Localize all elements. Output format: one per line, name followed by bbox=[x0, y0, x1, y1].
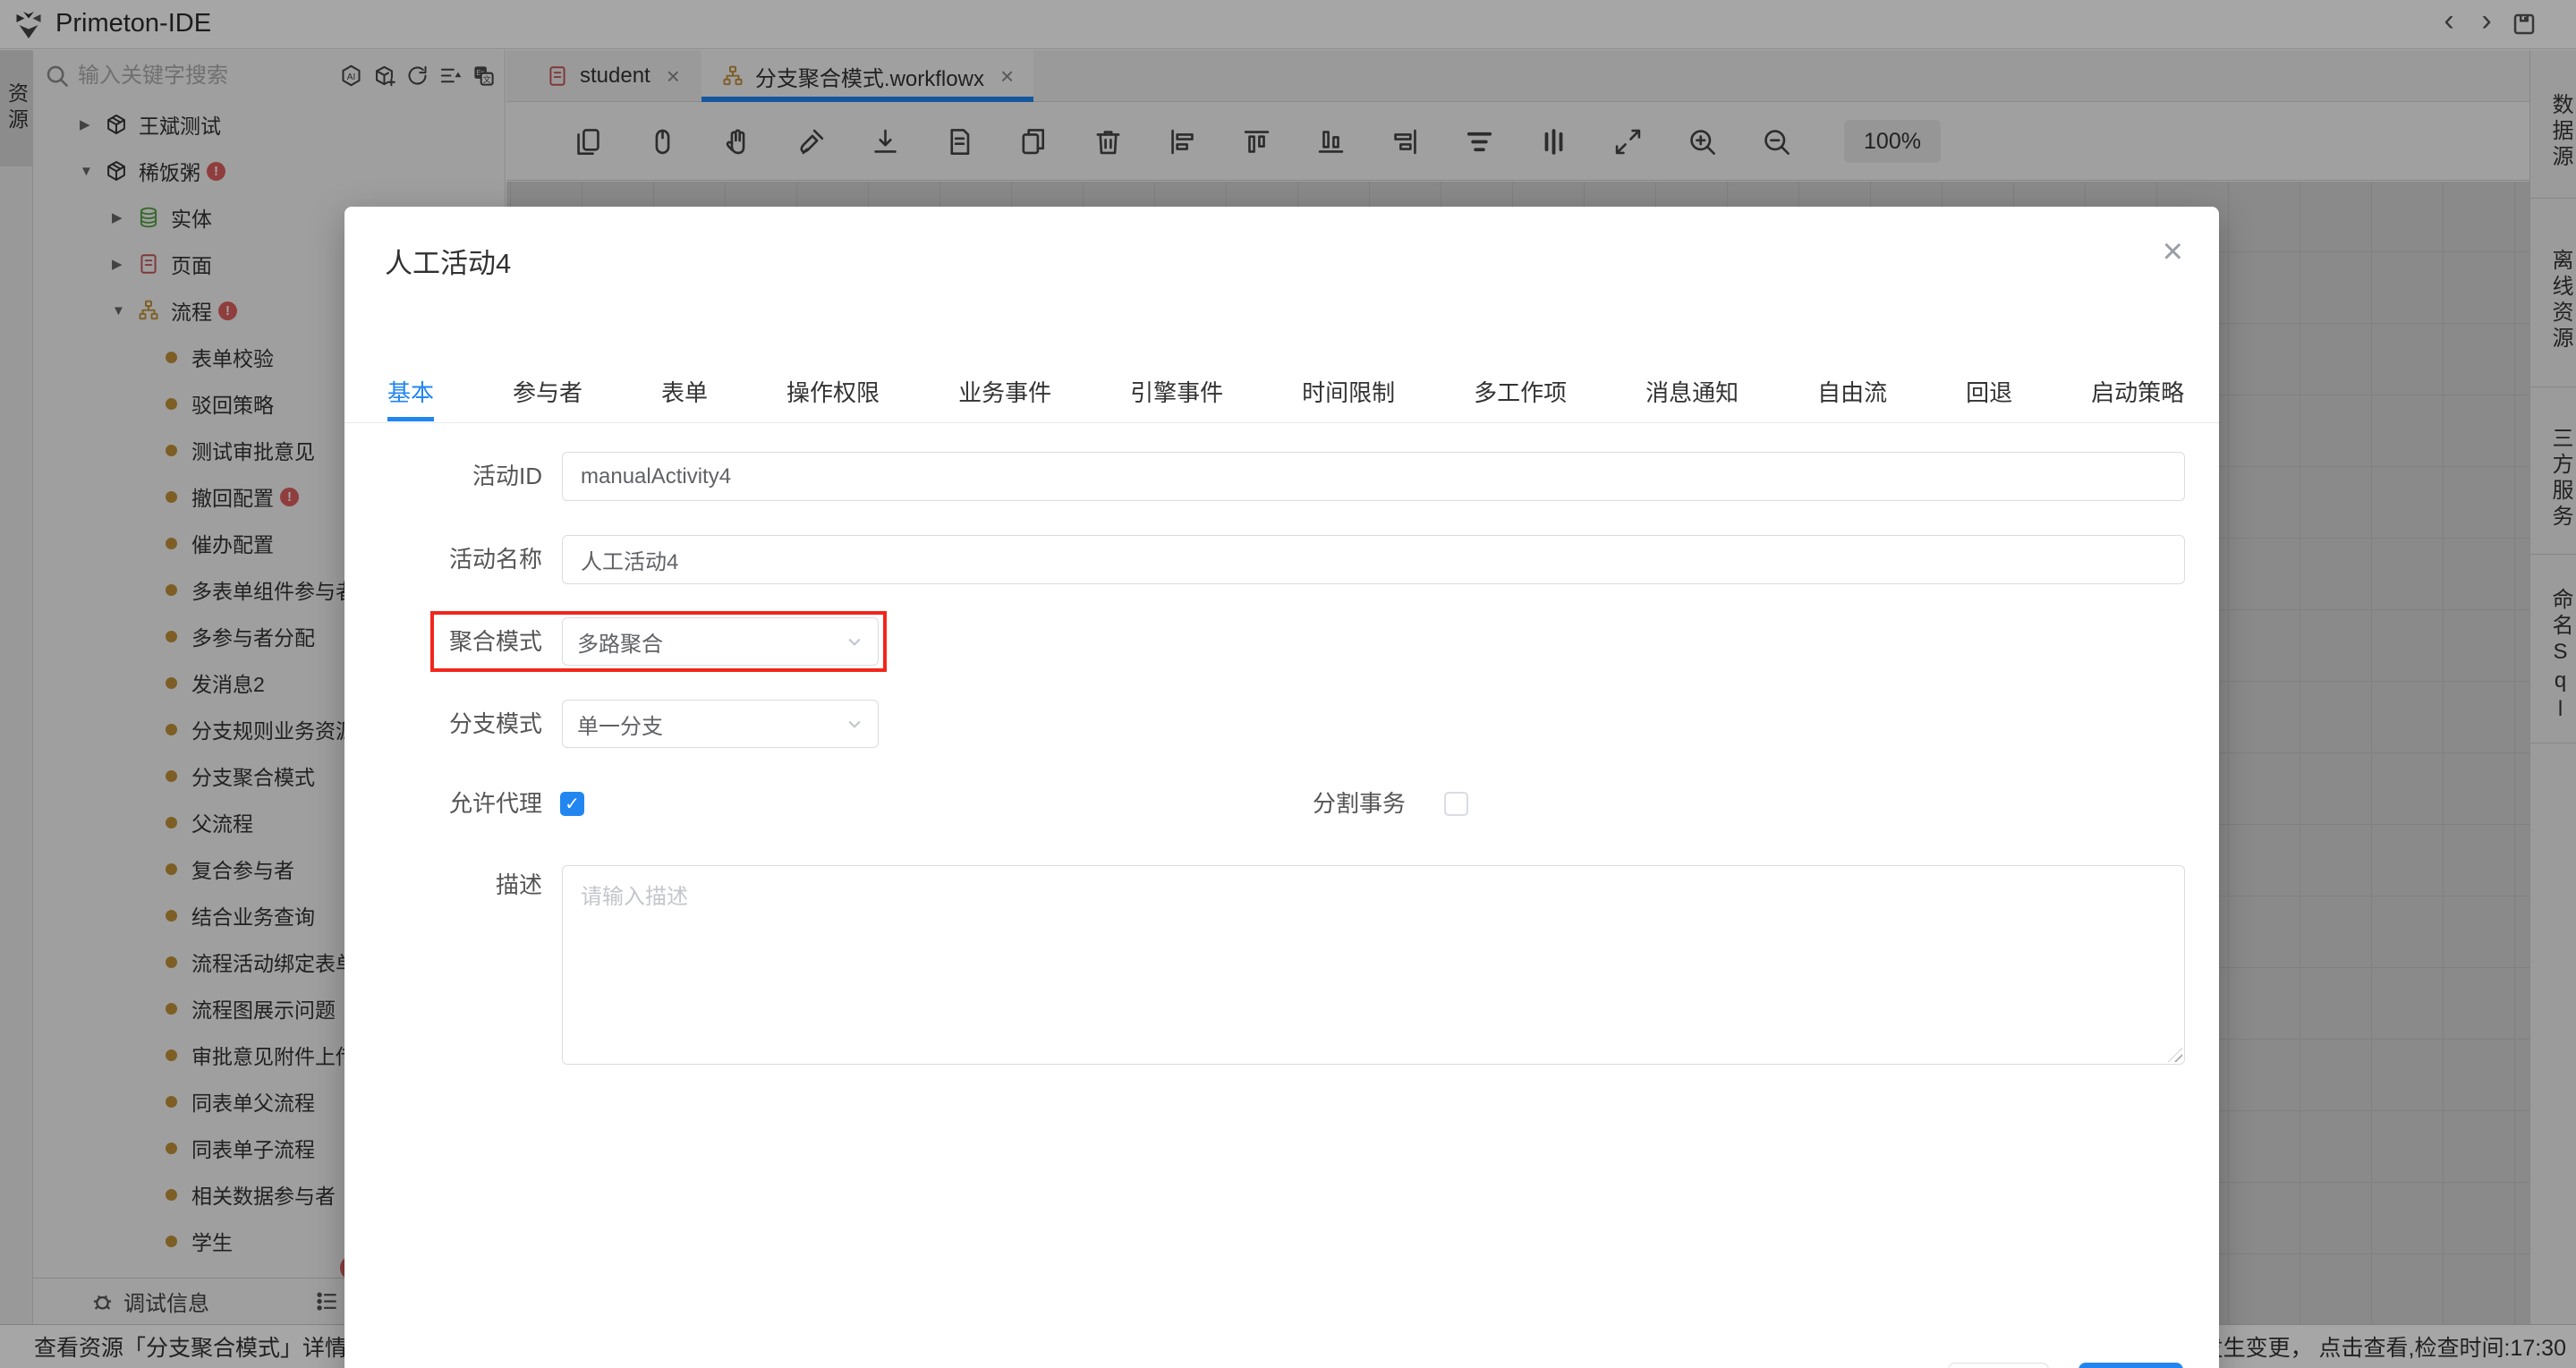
chevron-down-icon bbox=[846, 633, 863, 650]
dialog-tab[interactable]: 参与者 bbox=[513, 375, 582, 416]
dialog-tab[interactable]: 多工作项 bbox=[1474, 375, 1567, 416]
dialog-title: 人工活动4 bbox=[385, 241, 511, 281]
aggregate-mode-label: 聚合模式 bbox=[344, 617, 542, 666]
dialog-tab[interactable]: 操作权限 bbox=[786, 375, 880, 416]
close-icon[interactable]: × bbox=[2163, 234, 2183, 269]
aggregate-mode-value: 多路聚合 bbox=[577, 626, 663, 658]
branch-mode-label: 分支模式 bbox=[344, 700, 542, 748]
dialog-tab[interactable]: 时间限制 bbox=[1302, 375, 1395, 416]
dialog-tab[interactable]: 启动策略 bbox=[2091, 375, 2184, 416]
dialog-tab[interactable]: 消息通知 bbox=[1645, 375, 1739, 416]
app-window: Primeton-IDE ‹ › 资源 AIEn文 ▶王斌测试▼稀饭粥!▶实体▶… bbox=[0, 0, 2576, 1368]
activity-name-input[interactable] bbox=[562, 535, 2185, 584]
aggregate-mode-select[interactable]: 多路聚合 bbox=[562, 617, 879, 666]
confirm-button[interactable] bbox=[2079, 1363, 2183, 1368]
activity-settings-dialog: 人工活动4 × 基本 参与者 表单 操作权限 业务事件 引擎事件 时间限制 多工作项 消息通知 自… bbox=[344, 207, 2219, 1368]
description-textarea[interactable] bbox=[562, 865, 2185, 1065]
tabs-divider bbox=[344, 422, 2219, 423]
allow-delegate-label: 允许代理 bbox=[344, 792, 542, 816]
description-label: 描述 bbox=[344, 873, 542, 897]
dialog-tab[interactable]: 自由流 bbox=[1817, 375, 1887, 416]
cancel-button[interactable] bbox=[1948, 1363, 2049, 1368]
dialog-tab[interactable]: 表单 bbox=[661, 375, 708, 416]
allow-delegate-checkbox[interactable]: ✓ bbox=[560, 792, 584, 816]
split-transaction-checkbox[interactable] bbox=[1444, 792, 1468, 816]
activity-id-input[interactable] bbox=[562, 452, 2185, 501]
activity-id-label: 活动ID bbox=[344, 452, 542, 501]
activity-name-label: 活动名称 bbox=[344, 535, 542, 584]
dialog-tab[interactable]: 业务事件 bbox=[958, 375, 1051, 416]
branch-mode-value: 单一分支 bbox=[577, 709, 663, 740]
dialog-tab[interactable]: 基本 bbox=[387, 375, 434, 416]
split-transaction-label: 分割事务 bbox=[1150, 792, 1406, 816]
chevron-down-icon bbox=[846, 715, 863, 733]
dialog-tab[interactable]: 引擎事件 bbox=[1130, 375, 1223, 416]
dialog-tabs: 基本 参与者 表单 操作权限 业务事件 引擎事件 时间限制 多工作项 消息通知 自由流 回退 启动策略 bbox=[387, 375, 2184, 416]
branch-mode-select[interactable]: 单一分支 bbox=[562, 700, 879, 748]
dialog-tab[interactable]: 回退 bbox=[1966, 375, 2012, 416]
